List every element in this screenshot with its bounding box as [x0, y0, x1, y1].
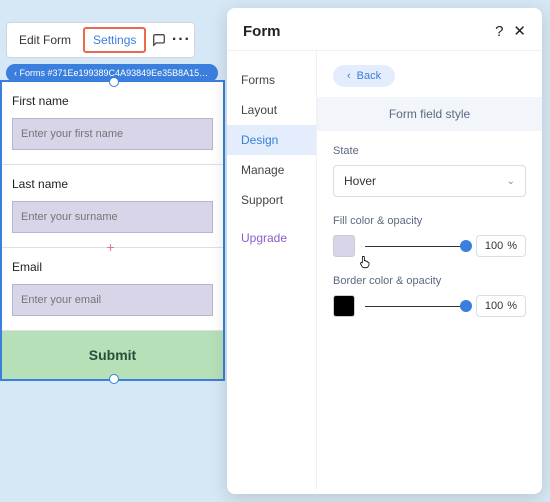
- panel-title: Form: [243, 23, 281, 40]
- menu-upgrade[interactable]: Upgrade: [227, 223, 316, 253]
- first-name-input[interactable]: [12, 118, 213, 150]
- field-email[interactable]: Email: [2, 248, 223, 331]
- menu-layout[interactable]: Layout: [227, 95, 316, 125]
- fill-color-swatch[interactable]: [333, 235, 355, 257]
- settings-button[interactable]: Settings: [83, 27, 146, 53]
- menu-support[interactable]: Support: [227, 185, 316, 215]
- field-label: First name: [12, 94, 213, 108]
- back-button[interactable]: ‹ Back: [333, 65, 395, 87]
- field-first-name[interactable]: First name: [2, 82, 223, 165]
- panel-content: ‹ Back Form field style State Hover ⌄ Fi…: [317, 51, 542, 490]
- panel-side-menu: Forms Layout Design Manage Support Upgra…: [227, 51, 317, 490]
- section-title: Form field style: [317, 97, 542, 131]
- state-value: Hover: [344, 174, 376, 188]
- email-input[interactable]: [12, 284, 213, 316]
- field-label: Email: [12, 260, 213, 274]
- fill-opacity-control: 100 %: [333, 235, 526, 257]
- settings-panel: Form ? ✕ Forms Layout Design Manage Supp…: [227, 8, 542, 494]
- form-canvas[interactable]: First name Last name + Email Submit: [0, 80, 225, 381]
- border-opacity-value[interactable]: 100 %: [476, 295, 526, 317]
- border-opacity-control: 100 %: [333, 295, 526, 317]
- fill-opacity-value[interactable]: 100 %: [476, 235, 526, 257]
- back-label: Back: [357, 70, 381, 82]
- fill-opacity-slider[interactable]: [365, 236, 466, 256]
- field-label: Last name: [12, 177, 213, 191]
- close-icon[interactable]: ✕: [513, 22, 526, 40]
- add-field-icon[interactable]: +: [107, 239, 115, 255]
- border-label: Border color & opacity: [333, 275, 526, 287]
- cursor-icon: [357, 253, 373, 274]
- menu-design[interactable]: Design: [227, 125, 316, 155]
- fill-label: Fill color & opacity: [333, 215, 526, 227]
- form-toolbar: Edit Form Settings ···: [6, 22, 195, 58]
- border-color-swatch[interactable]: [333, 295, 355, 317]
- comment-icon[interactable]: [150, 31, 168, 49]
- field-last-name[interactable]: Last name +: [2, 165, 223, 248]
- edit-form-button[interactable]: Edit Form: [11, 27, 79, 53]
- last-name-input[interactable]: [12, 201, 213, 233]
- border-opacity-slider[interactable]: [365, 296, 466, 316]
- menu-forms[interactable]: Forms: [227, 65, 316, 95]
- more-icon[interactable]: ···: [172, 31, 190, 49]
- state-label: State: [333, 145, 526, 157]
- chevron-down-icon: ⌄: [507, 176, 515, 187]
- state-dropdown[interactable]: Hover ⌄: [333, 165, 526, 197]
- submit-button[interactable]: Submit: [2, 331, 223, 379]
- menu-manage[interactable]: Manage: [227, 155, 316, 185]
- chevron-left-icon: ‹: [347, 70, 351, 82]
- help-icon[interactable]: ?: [495, 23, 503, 40]
